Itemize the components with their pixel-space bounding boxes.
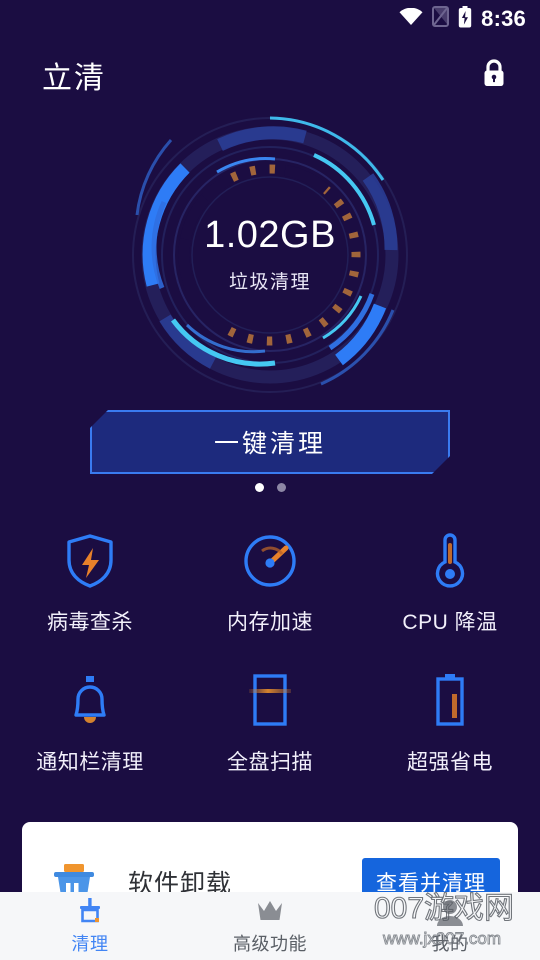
nav-label: 高级功能 — [233, 933, 307, 954]
speedometer-icon — [242, 530, 298, 592]
battery-charging-icon — [458, 5, 472, 33]
app-screen: 8:36 立清 1.02GB 垃圾清理 一键清理 病毒查杀 内存加速 CPU 降… — [0, 0, 540, 960]
status-icons — [399, 5, 472, 33]
page-dot-1[interactable] — [254, 483, 264, 492]
crown-icon — [255, 897, 285, 927]
feature-label: 全盘扫描 — [227, 751, 313, 774]
bell-icon — [64, 670, 116, 732]
feature-cpu-cooling[interactable]: CPU 降温 — [360, 522, 540, 662]
feature-memory-boost[interactable]: 内存加速 — [180, 522, 360, 662]
feature-label: 通知栏清理 — [36, 751, 144, 774]
sim-card-icon — [432, 6, 450, 32]
nav-label: 清理 — [71, 933, 109, 954]
thermometer-icon — [428, 530, 472, 592]
status-bar: 8:36 — [0, 0, 540, 38]
feature-virus-scan[interactable]: 病毒查杀 — [0, 522, 180, 662]
feature-grid: 病毒查杀 内存加速 CPU 降温 通知栏清理 全盘扫描 超强省电 — [0, 522, 540, 802]
broom-icon — [75, 897, 105, 927]
feature-label: 内存加速 — [227, 611, 313, 634]
app-bar: 立清 — [0, 38, 540, 112]
lock-icon — [481, 58, 507, 93]
nav-label: 我的 — [431, 933, 469, 954]
nav-item-mine[interactable]: 我的 — [360, 892, 540, 960]
page-indicator[interactable] — [0, 483, 540, 492]
one-key-clean-button[interactable]: 一键清理 — [90, 410, 450, 474]
nav-item-clean[interactable]: 清理 — [0, 892, 180, 960]
scan-frame-icon — [247, 670, 293, 732]
nav-item-advanced[interactable]: 高级功能 — [180, 892, 360, 960]
battery-icon — [430, 670, 470, 732]
person-icon — [435, 897, 465, 927]
page-dot-2[interactable] — [276, 483, 286, 492]
feature-power-saving[interactable]: 超强省电 — [360, 662, 540, 802]
feature-label: 病毒查杀 — [47, 611, 133, 634]
wifi-icon — [399, 7, 423, 31]
status-time: 8:36 — [481, 6, 526, 31]
bottom-navigation: 清理 高级功能 我的 — [0, 892, 540, 960]
feature-label: CPU 降温 — [402, 611, 498, 634]
gauge-rings — [132, 116, 408, 393]
feature-notification-clean[interactable]: 通知栏清理 — [0, 662, 180, 802]
feature-label: 超强省电 — [407, 751, 493, 774]
app-title: 立清 — [42, 62, 106, 95]
lock-button[interactable] — [472, 53, 516, 97]
feature-full-scan[interactable]: 全盘扫描 — [180, 662, 360, 802]
shield-bolt-icon — [65, 530, 115, 592]
junk-gauge[interactable]: 1.02GB 垃圾清理 — [125, 110, 415, 400]
